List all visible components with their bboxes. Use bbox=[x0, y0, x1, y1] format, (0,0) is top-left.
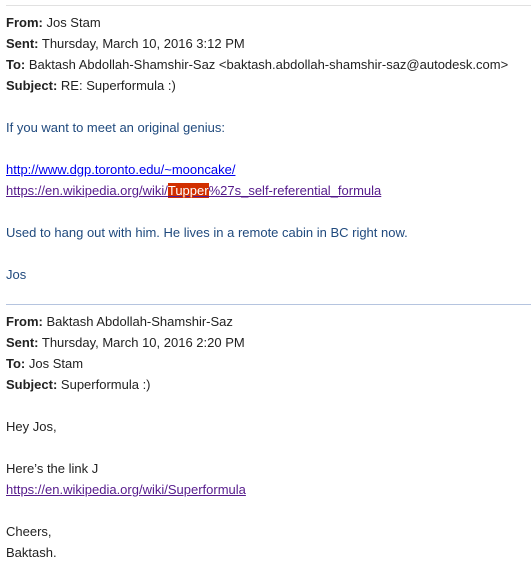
reply-signature: Jos bbox=[6, 267, 27, 282]
message-separator bbox=[6, 304, 531, 305]
original-signature: Baktash. bbox=[6, 545, 57, 560]
original-subject: Subject: Superformula :) bbox=[6, 377, 151, 392]
reply-to: To: Baktash Abdollah-Shamshir-Saz <bakta… bbox=[6, 54, 508, 75]
original-line: Here’s the link J bbox=[6, 461, 99, 476]
sent-value: Thursday, March 10, 2016 3:12 PM bbox=[41, 36, 245, 51]
subject-value: RE: Superformula :) bbox=[60, 78, 176, 93]
reply-paragraph: Used to hang out with him. He lives in a… bbox=[6, 225, 408, 240]
tupper-link[interactable]: https://en.wikipedia.org/wiki/Tupper%27s… bbox=[6, 183, 381, 198]
reply-from: From: Jos Stam bbox=[6, 12, 101, 33]
original-greeting: Hey Jos, bbox=[6, 419, 57, 434]
reply-intro: If you want to meet an original genius: bbox=[6, 120, 225, 135]
mooncake-link[interactable]: http://www.dgp.toronto.edu/~mooncake/ bbox=[6, 162, 235, 177]
search-highlight: Tupper bbox=[167, 183, 209, 198]
reply-sent: Sent: Thursday, March 10, 2016 3:12 PM bbox=[6, 33, 245, 54]
from-label: From: bbox=[6, 15, 43, 30]
superformula-link[interactable]: https://en.wikipedia.org/wiki/Superformu… bbox=[6, 482, 246, 497]
subject-label: Subject: bbox=[6, 78, 58, 93]
original-sent: Sent: Thursday, March 10, 2016 2:20 PM bbox=[6, 335, 245, 350]
original-to: To: Jos Stam bbox=[6, 356, 84, 371]
to-value: Baktash Abdollah-Shamshir-Saz <baktash.a… bbox=[28, 57, 509, 72]
reply-subject: Subject: RE: Superformula :) bbox=[6, 75, 176, 96]
to-label: To: bbox=[6, 57, 26, 72]
original-from: From: Baktash Abdollah-Shamshir-Saz bbox=[6, 314, 233, 329]
original-closing: Cheers, bbox=[6, 524, 52, 539]
sent-label: Sent: bbox=[6, 36, 39, 51]
from-value: Jos Stam bbox=[46, 15, 101, 30]
top-divider bbox=[6, 5, 531, 6]
